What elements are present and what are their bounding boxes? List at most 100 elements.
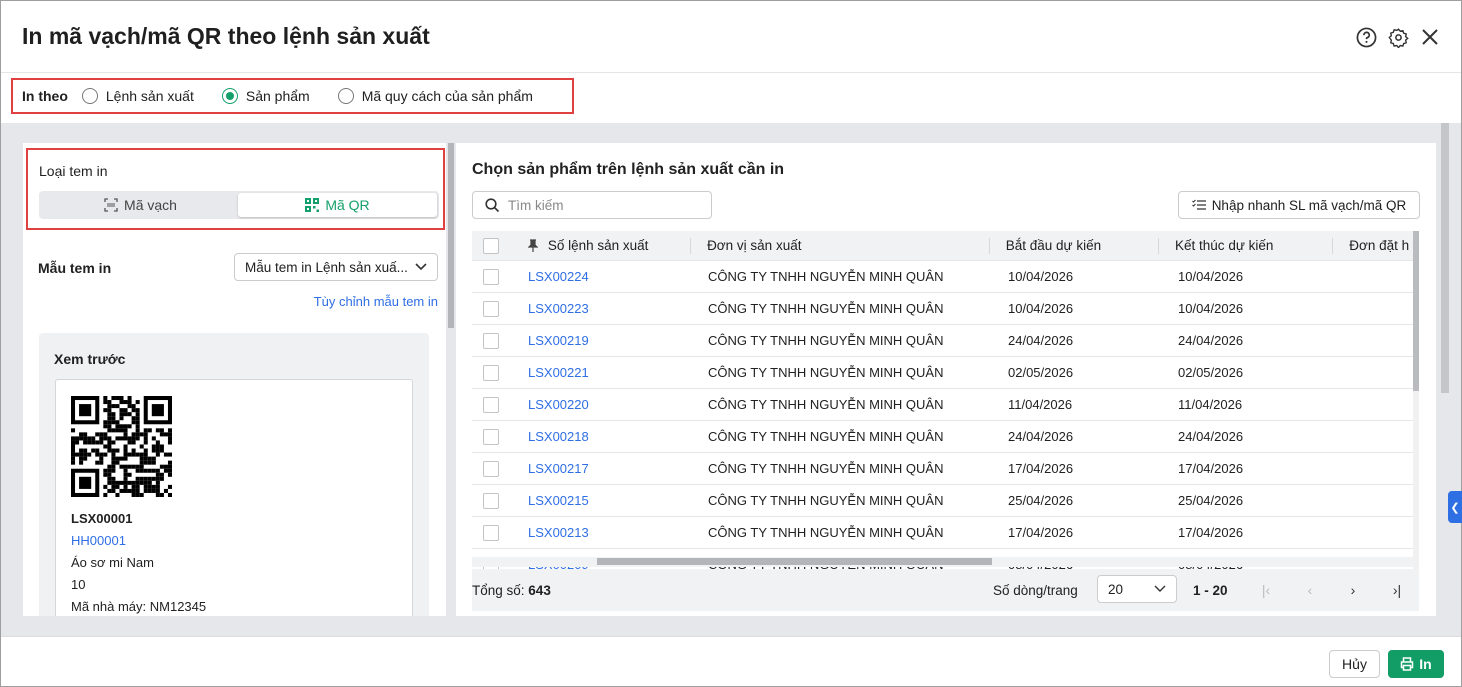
qr-code-image <box>71 396 172 497</box>
order-number-cell: LSX00218 <box>510 429 692 444</box>
customize-template-link[interactable]: Tùy chỉnh mẫu tem in <box>314 294 438 309</box>
order-number-link[interactable]: LSX00220 <box>528 397 589 412</box>
start-date-cell: 10/04/2026 <box>1008 269 1074 284</box>
end-date-cell: 17/04/2026 <box>1178 525 1244 540</box>
table-row[interactable]: LSX00220 CÔNG TY TNHH NGUYỄN MINH QUÂN 1… <box>472 389 1413 421</box>
search-input[interactable]: Tìm kiếm <box>472 191 712 219</box>
preview-factory-code: Mã nhà máy: NM12345 <box>71 599 207 614</box>
radio-product-spec[interactable]: Mã quy cách của sản phẩm <box>337 88 533 104</box>
help-icon[interactable] <box>1355 26 1377 48</box>
production-unit-cell: CÔNG TY TNHH NGUYỄN MINH QUÂN <box>708 493 944 508</box>
chevron-left-icon: ❮ <box>1450 501 1460 514</box>
settings-gear-icon[interactable] <box>1387 26 1409 48</box>
dialog-header: In mã vạch/mã QR theo lệnh sản xuất <box>1 1 1461 73</box>
left-panel: Loại tem in Mã vạch Mã QR Mẫu tem in Mẫu… <box>23 143 446 616</box>
quick-entry-button[interactable]: Nhập nhanh SL mã vạch/mã QR <box>1178 191 1420 219</box>
radio-label: Sản phẩm <box>245 88 310 104</box>
template-select[interactable]: Mẫu tem in Lệnh sản xuấ... <box>234 253 438 281</box>
page-range: 1 - 20 <box>1193 582 1228 598</box>
expand-panel-tab[interactable]: ❮ <box>1448 491 1462 523</box>
table-row[interactable]: LSX00223 CÔNG TY TNHH NGUYỄN MINH QUÂN 1… <box>472 293 1413 325</box>
row-checkbox[interactable] <box>483 524 499 541</box>
row-checkbox[interactable] <box>483 396 499 413</box>
row-checkbox[interactable] <box>483 364 499 381</box>
cancel-button[interactable]: Hủy <box>1329 650 1380 678</box>
col-sales-order[interactable]: Đơn đặt h <box>1333 238 1413 254</box>
start-date-cell: 17/04/2026 <box>1008 461 1074 476</box>
radio-circle[interactable] <box>81 88 98 104</box>
order-number-link[interactable]: LSX00221 <box>528 365 589 380</box>
order-number-link[interactable]: LSX00219 <box>528 333 589 348</box>
production-unit-cell: CÔNG TY TNHH NGUYỄN MINH QUÂN <box>708 333 944 348</box>
production-unit-cell: CÔNG TY TNHH NGUYỄN MINH QUÂN <box>708 397 944 412</box>
quick-entry-label: Nhập nhanh SL mã vạch/mã QR <box>1211 197 1407 213</box>
table-row[interactable]: LSX00219 CÔNG TY TNHH NGUYỄN MINH QUÂN 2… <box>472 325 1413 357</box>
start-date-cell: 02/05/2026 <box>1008 365 1074 380</box>
order-number-cell: LSX00221 <box>510 365 692 380</box>
barcode-option[interactable]: Mã vạch <box>41 193 240 217</box>
barcode-scan-icon <box>104 198 118 212</box>
row-checkbox[interactable] <box>483 492 499 509</box>
scroll-thumb[interactable] <box>1413 231 1419 391</box>
content-scrollbar[interactable] <box>1439 123 1451 636</box>
table-row[interactable]: LSX00224 CÔNG TY TNHH NGUYỄN MINH QUÂN 1… <box>472 261 1413 293</box>
last-page-icon[interactable]: ›| <box>1387 580 1407 600</box>
close-icon[interactable] <box>1419 26 1441 48</box>
end-date-cell: 11/04/2026 <box>1178 397 1243 412</box>
production-unit-cell: CÔNG TY TNHH NGUYỄN MINH QUÂN <box>708 429 944 444</box>
radio-product[interactable]: Sản phẩm <box>221 88 310 104</box>
prev-page-icon[interactable]: ‹ <box>1300 580 1320 600</box>
row-checkbox-cell <box>472 492 510 509</box>
table-row[interactable]: LSX00215 CÔNG TY TNHH NGUYỄN MINH QUÂN 2… <box>472 485 1413 517</box>
order-number-cell: LSX00223 <box>510 301 692 316</box>
first-page-icon[interactable]: |‹ <box>1256 580 1276 600</box>
row-checkbox-cell <box>472 268 510 285</box>
production-unit-cell: CÔNG TY TNHH NGUYỄN MINH QUÂN <box>708 301 944 316</box>
table-row[interactable]: LSX00217 CÔNG TY TNHH NGUYỄN MINH QUÂN 1… <box>472 453 1413 485</box>
print-by-group: In theo Lệnh sản xuất Sản phẩm Mã quy cá… <box>11 78 574 114</box>
radio-circle[interactable] <box>221 88 238 104</box>
radio-production-order[interactable]: Lệnh sản xuất <box>81 88 194 104</box>
order-number-link[interactable]: LSX00217 <box>528 461 589 476</box>
barcode-label: Mã vạch <box>124 197 177 213</box>
col-order-number[interactable]: Số lệnh sản xuất <box>510 237 692 254</box>
table-row[interactable]: LSX00221 CÔNG TY TNHH NGUYỄN MINH QUÂN 0… <box>472 357 1413 389</box>
order-number-link[interactable]: LSX00213 <box>528 525 589 540</box>
table-row[interactable]: LSX00213 CÔNG TY TNHH NGUYỄN MINH QUÂN 1… <box>472 517 1413 549</box>
row-checkbox[interactable] <box>483 460 499 477</box>
printer-icon <box>1401 657 1414 671</box>
select-all-checkbox[interactable] <box>482 237 499 254</box>
preview-order-code: LSX00001 <box>71 511 133 526</box>
order-number-link[interactable]: LSX00218 <box>528 429 589 444</box>
order-number-link[interactable]: LSX00215 <box>528 493 589 508</box>
row-checkbox[interactable] <box>483 428 499 445</box>
preview-product-name: Áo sơ mi Nam <box>71 555 154 570</box>
print-button[interactable]: In <box>1388 650 1444 678</box>
col-end-date[interactable]: Kết thúc dự kiến <box>1159 237 1334 254</box>
dialog-title: In mã vạch/mã QR theo lệnh sản xuất <box>22 23 430 49</box>
rows-per-page-select[interactable]: 20 <box>1097 575 1177 603</box>
col-production-unit[interactable]: Đơn vị sản xuất <box>691 237 990 254</box>
row-checkbox[interactable] <box>483 268 499 285</box>
total-count: Tổng số: 643 <box>472 583 551 598</box>
next-page-icon[interactable]: › <box>1343 580 1363 600</box>
preview-quantity: 10 <box>71 577 86 592</box>
row-checkbox[interactable] <box>483 300 499 317</box>
col-start-date[interactable]: Bắt đầu dự kiến <box>990 237 1160 254</box>
table-horizontal-scrollbar[interactable] <box>472 557 1413 567</box>
left-panel-scrollbar[interactable] <box>448 143 454 328</box>
table-row[interactable]: LSX00218 CÔNG TY TNHH NGUYỄN MINH QUÂN 2… <box>472 421 1413 453</box>
production-unit-cell: CÔNG TY TNHH NGUYỄN MINH QUÂN <box>708 269 944 284</box>
row-checkbox[interactable] <box>483 332 499 349</box>
scroll-thumb[interactable] <box>1441 123 1449 393</box>
table-vertical-scrollbar[interactable] <box>1413 231 1419 569</box>
qr-option[interactable]: Mã QR <box>238 193 437 217</box>
row-checkbox-cell <box>472 460 510 477</box>
scroll-thumb[interactable] <box>597 558 992 565</box>
order-number-cell: LSX00224 <box>510 269 692 284</box>
radio-label: Lệnh sản xuất <box>105 88 194 104</box>
order-number-link[interactable]: LSX00223 <box>528 301 589 316</box>
radio-circle[interactable] <box>337 88 354 104</box>
order-number-cell: LSX00217 <box>510 461 692 476</box>
order-number-link[interactable]: LSX00224 <box>528 269 589 284</box>
